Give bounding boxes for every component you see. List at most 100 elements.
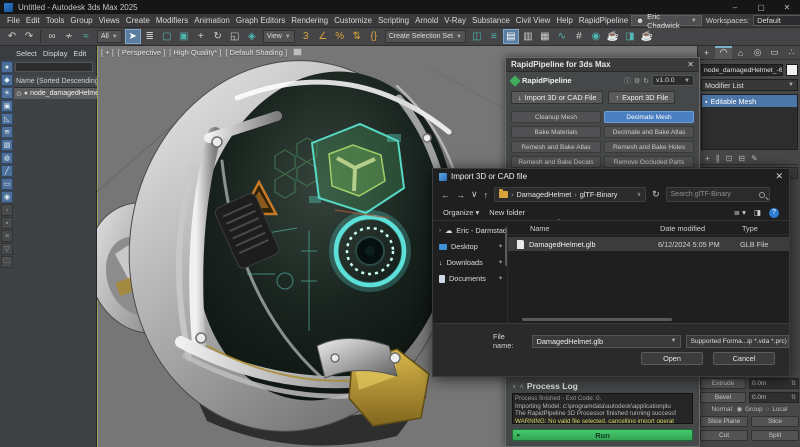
preset-cleanup-mesh[interactable]: Cleanup Mesh xyxy=(511,111,601,123)
scene-search-input[interactable] xyxy=(15,62,93,72)
named-selection-set-field[interactable]: Create Selection Set▼ xyxy=(385,30,466,43)
pin-stack-icon[interactable]: + xyxy=(705,154,710,163)
sidebar-documents[interactable]: Documents ✦ xyxy=(439,274,505,283)
menu-file[interactable]: File xyxy=(4,16,23,25)
collapse-icon[interactable]: ∨ xyxy=(512,383,516,390)
import-3d-cad-button[interactable]: ↓ Import 3D or CAD File xyxy=(511,91,603,104)
filter-lights-icon[interactable]: ☀ xyxy=(1,87,13,99)
filter-containers-icon[interactable]: ▭ xyxy=(1,178,13,190)
menu-rapidpipeline[interactable]: RapidPipeline xyxy=(576,16,631,25)
tab-modify[interactable]: ◠ xyxy=(715,46,732,59)
filter-spacewarps-icon[interactable]: ≋ xyxy=(1,126,13,138)
tab-display[interactable]: ▭ xyxy=(766,46,783,59)
breadcrumb-damagedhelmet[interactable]: DamagedHelmet xyxy=(517,190,572,199)
refresh-icon[interactable]: ↻ xyxy=(643,77,649,85)
bind-to-spacewarp-icon[interactable]: ≈ xyxy=(78,29,94,44)
filter-funnel-icon[interactable]: ▽ xyxy=(1,243,13,255)
sidebar-downloads[interactable]: ↓ Downloads ✦ xyxy=(439,258,505,267)
render-production-icon[interactable]: ☕ xyxy=(639,29,655,44)
bevel-spinner[interactable]: 0.0m⇅ xyxy=(749,392,799,403)
scene-node-row[interactable]: ⊙ ● node_damagedHelmet xyxy=(14,88,97,99)
workspace-select[interactable]: Default ▼ xyxy=(753,15,800,26)
address-dropdown-icon[interactable]: ∨ xyxy=(637,191,641,198)
filter-cameras-icon[interactable]: ▣ xyxy=(1,100,13,112)
viewport-menu-shading[interactable]: [ Default Shading ] xyxy=(225,48,287,57)
render-setup-icon[interactable]: ☕ xyxy=(605,29,621,44)
visibility-eye-icon[interactable]: ⊙ xyxy=(16,90,22,98)
cut-button[interactable]: Cut xyxy=(700,430,748,441)
scene-sort-header[interactable]: Name (Sorted Descending) xyxy=(14,76,97,88)
align-icon[interactable]: ≡ xyxy=(486,29,502,44)
menu-vray[interactable]: V-Ray xyxy=(441,16,469,25)
split-button[interactable]: Split xyxy=(751,430,799,441)
column-name[interactable]: Name ˆ xyxy=(530,224,660,233)
tab-utilities[interactable]: ∴ xyxy=(783,46,800,59)
help-icon[interactable]: ? xyxy=(769,208,779,218)
window-crossing-icon[interactable]: ▣ xyxy=(176,29,192,44)
show-end-result-icon[interactable]: ∥ xyxy=(716,154,720,163)
slice-button[interactable]: Slice xyxy=(751,416,799,427)
settings-icon[interactable]: ⚙ xyxy=(634,77,640,85)
new-folder-button[interactable]: New folder xyxy=(489,208,525,217)
horizontal-scrollbar[interactable] xyxy=(522,318,672,321)
normal-local-radio[interactable]: ◌ xyxy=(766,406,770,413)
menu-modifiers[interactable]: Modifiers xyxy=(153,16,191,25)
viewport-menu-pov[interactable]: [ Perspective ] xyxy=(118,48,166,57)
viewport-menu-general[interactable]: [ + ] xyxy=(101,48,114,57)
object-color-swatch[interactable] xyxy=(786,64,798,76)
tab-hierarchy[interactable]: ⌂ xyxy=(732,46,749,59)
search-input[interactable]: Search glTF-Binary xyxy=(666,187,770,202)
maximize-button[interactable]: ▢ xyxy=(748,0,774,14)
import-dialog-titlebar[interactable]: Import 3D or CAD file ✕ xyxy=(433,169,789,184)
run-button[interactable]: ▸ Run xyxy=(512,429,693,441)
spinner-snap-icon[interactable]: ⇅ xyxy=(349,29,365,44)
user-account-button[interactable]: ☻ Eric Chadwick ▼ xyxy=(631,15,702,26)
filter-frozen-icon[interactable]: ▫ xyxy=(1,204,13,216)
close-icon[interactable]: ✕ xyxy=(775,171,783,182)
bevel-button[interactable]: Bevel xyxy=(700,392,746,403)
organize-menu[interactable]: Organize ▾ xyxy=(443,208,479,217)
rapidpipeline-titlebar[interactable]: RapidPipeline for 3ds Max ✕ xyxy=(506,58,699,72)
undo-icon[interactable]: ↶ xyxy=(4,29,20,44)
sidebar-desktop[interactable]: Desktop ✦ xyxy=(439,242,505,251)
menu-animation[interactable]: Animation xyxy=(191,16,233,25)
process-log-output[interactable]: Process finished - Exit Code: 0. Importi… xyxy=(512,393,693,424)
refresh-icon[interactable]: ↻ xyxy=(652,189,660,200)
snap-toggle-icon[interactable]: 3 xyxy=(298,29,314,44)
preset-bake-materials[interactable]: Bake Materials xyxy=(511,126,601,138)
filter-custom-icon[interactable]: ≡ xyxy=(1,230,13,242)
move-icon[interactable]: + xyxy=(193,29,209,44)
menu-arnold[interactable]: Arnold xyxy=(412,16,441,25)
up-icon[interactable]: ↑ xyxy=(484,190,489,200)
version-dropdown[interactable]: v1.0.0▼ xyxy=(652,75,694,86)
sidebar-onedrive[interactable]: ›☁ Eric - Darmstad xyxy=(439,226,505,235)
file-row-damagedhelmet[interactable]: DamagedHelmet.glb 6/12/2024 5:05 PM GLB … xyxy=(508,237,789,251)
info-icon[interactable]: ⓘ xyxy=(624,76,631,86)
open-button[interactable]: Open xyxy=(641,352,703,365)
menu-graph-editors[interactable]: Graph Editors xyxy=(233,16,288,25)
make-unique-icon[interactable]: ⊡ xyxy=(726,154,733,163)
extrude-button[interactable]: Extrude xyxy=(700,378,746,389)
viewport-color-swatch[interactable] xyxy=(293,48,302,56)
filter-shapes-icon[interactable]: ◆ xyxy=(1,74,13,86)
preset-remove-occluded-parts[interactable]: Remove Occluded Parts xyxy=(604,156,694,168)
slice-plane-button[interactable]: Slice Plane xyxy=(700,416,748,427)
menu-create[interactable]: Create xyxy=(123,16,153,25)
rectangular-selection-icon[interactable]: ▢ xyxy=(159,29,175,44)
layer-explorer-icon[interactable]: ▥ xyxy=(520,29,536,44)
filter-helpers-icon[interactable]: ◺ xyxy=(1,113,13,125)
column-type[interactable]: Type xyxy=(742,224,789,233)
normal-group-radio[interactable]: ◉ xyxy=(737,406,743,413)
menu-help[interactable]: Help xyxy=(553,16,575,25)
filter-hidden-icon[interactable]: ▪ xyxy=(1,217,13,229)
preset-remesh-bake-atlas[interactable]: Remesh and Bake Atlas xyxy=(511,141,601,153)
back-icon[interactable]: ← xyxy=(441,190,450,200)
view-mode-icon[interactable]: ≣ ▾ xyxy=(734,208,746,217)
unlink-selection-icon[interactable]: ≁ xyxy=(61,29,77,44)
selection-filter-dropdown[interactable]: All▼ xyxy=(97,30,122,43)
rendered-frame-icon[interactable]: ◨ xyxy=(622,29,638,44)
schematic-view-icon[interactable]: # xyxy=(571,29,587,44)
se-menu-display[interactable]: Display xyxy=(43,49,68,58)
ribbon-toggle-icon[interactable]: ▦ xyxy=(537,29,553,44)
maxscript-icon[interactable]: {} xyxy=(366,29,382,44)
